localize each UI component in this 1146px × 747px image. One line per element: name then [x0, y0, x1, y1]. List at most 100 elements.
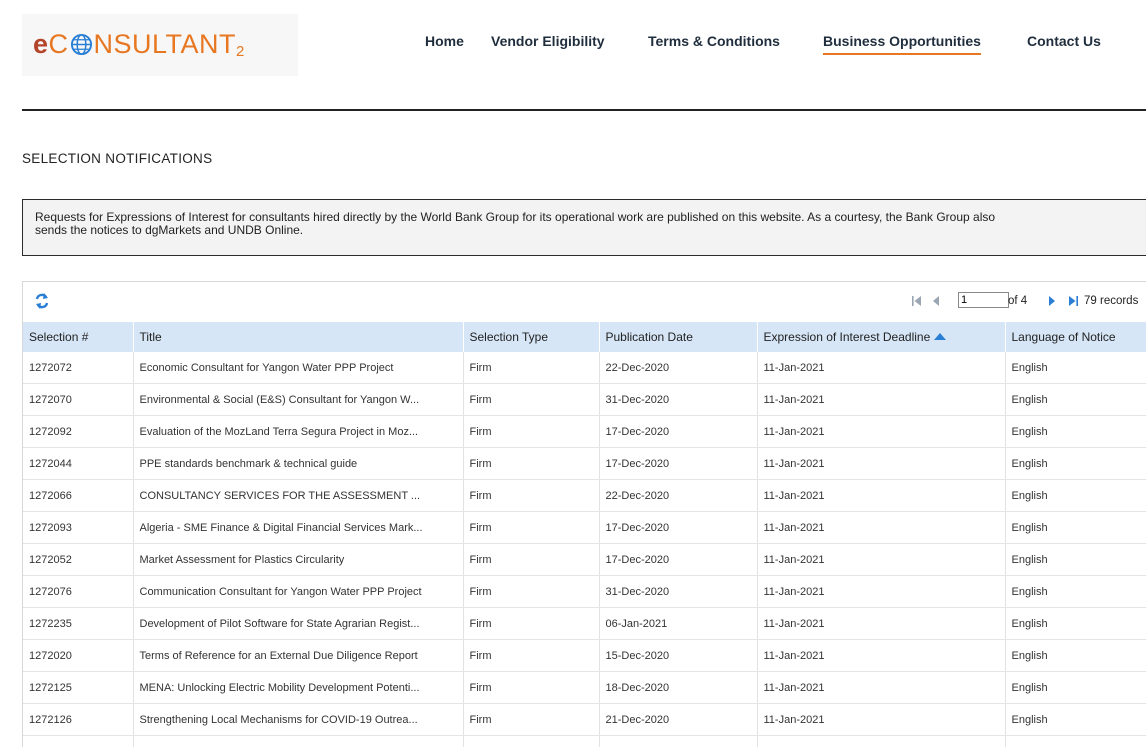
selection-type-cell: Firm: [463, 735, 600, 747]
selection-type-cell: Firm: [463, 511, 600, 544]
selection-number-cell: 1272125: [23, 671, 134, 704]
language-cell: English: [1005, 383, 1146, 416]
logo-wordmark: NSULTANT: [93, 29, 237, 59]
title-cell[interactable]: Environmental & Social (E&S) Consultant …: [133, 383, 464, 416]
language-cell: English: [1005, 511, 1146, 544]
column-header-eoi-deadline[interactable]: Expression of Interest Deadline: [757, 322, 1006, 352]
selection-number-cell: 1272092: [23, 415, 134, 448]
language-cell: English: [1005, 447, 1146, 480]
publication-date-cell: 31-Dec-2020: [599, 383, 758, 416]
selection-number-cell: 1272070: [23, 383, 134, 416]
grid-toolbar: of 4 79 records: [23, 282, 1146, 322]
table-row[interactable]: 1272070 Environmental & Social (E&S) Cons…: [23, 383, 1146, 416]
logo[interactable]: eC NSULTANT2: [22, 14, 298, 76]
table-row[interactable]: 1272020 Terms of Reference for an Externa…: [23, 639, 1146, 672]
nav-home[interactable]: Home: [425, 33, 464, 49]
title-cell[interactable]: Evaluation of the MozLand Terra Segura P…: [133, 415, 464, 448]
column-header-title[interactable]: Title: [133, 322, 464, 352]
deadline-cell: 11-Jan-2021: [757, 735, 1006, 747]
selection-number-cell: 1272044: [23, 447, 134, 480]
refresh-icon[interactable]: [35, 292, 49, 310]
logo-letter-e: e: [33, 29, 49, 59]
nav-terms-conditions[interactable]: Terms & Conditions: [648, 33, 780, 49]
site-header: eC NSULTANT2 Home Vendor Eligibility Ter…: [0, 0, 1146, 111]
title-cell[interactable]: MENA: Unlocking Electric Mobility Develo…: [133, 671, 464, 704]
selection-type-cell: Firm: [463, 639, 600, 672]
deadline-cell: 11-Jan-2021: [757, 352, 1006, 384]
selection-type-cell: Firm: [463, 607, 600, 640]
column-header-publication-date[interactable]: Publication Date: [599, 322, 758, 352]
selection-type-cell: Firm: [463, 703, 600, 736]
language-cell: English: [1005, 703, 1146, 736]
first-page-icon[interactable]: [911, 295, 923, 307]
last-page-icon[interactable]: [1067, 295, 1079, 307]
deadline-cell: 11-Jan-2021: [757, 415, 1006, 448]
table-row[interactable]: 1272126 Strengthening Local Mechanisms fo…: [23, 703, 1146, 736]
title-cell[interactable]: Scaling Up and Out: Innovating Gemstone …: [133, 735, 464, 747]
notice-box: Requests for Expressions of Interest for…: [22, 199, 1146, 256]
title-cell[interactable]: Strengthening Local Mechanisms for COVID…: [133, 703, 464, 736]
publication-date-cell: 21-Dec-2020: [599, 735, 758, 747]
title-cell[interactable]: Economic Consultant for Yangon Water PPP…: [133, 352, 464, 384]
table-row[interactable]: 1272093 Algeria - SME Finance & Digital F…: [23, 511, 1146, 544]
title-cell[interactable]: CONSULTANCY SERVICES FOR THE ASSESSMENT …: [133, 479, 464, 512]
title-cell[interactable]: Market Assessment for Plastics Circulari…: [133, 543, 464, 576]
title-cell[interactable]: Communication Consultant for Yangon Wate…: [133, 575, 464, 608]
deadline-cell: 11-Jan-2021: [757, 607, 1006, 640]
selection-number-cell: 1272066: [23, 479, 134, 512]
column-header-language[interactable]: Language of Notice: [1005, 322, 1146, 352]
page-number-input[interactable]: [958, 292, 1009, 308]
nav-vendor-eligibility[interactable]: Vendor Eligibility: [491, 33, 605, 49]
table-row[interactable]: 1272066 CONSULTANCY SERVICES FOR THE ASSE…: [23, 479, 1146, 512]
selection-type-cell: Firm: [463, 479, 600, 512]
logo-letter-c: C: [48, 29, 69, 59]
header-divider: [22, 109, 1146, 111]
language-cell: English: [1005, 575, 1146, 608]
table-row[interactable]: 1272076 Communication Consultant for Yang…: [23, 575, 1146, 608]
title-cell[interactable]: Algeria - SME Finance & Digital Financia…: [133, 511, 464, 544]
prev-page-icon[interactable]: [931, 295, 941, 307]
title-cell[interactable]: Development of Pilot Software for State …: [133, 607, 464, 640]
selection-type-cell: Firm: [463, 415, 600, 448]
record-count: 79 records: [1084, 295, 1139, 307]
next-page-icon[interactable]: [1047, 295, 1057, 307]
language-cell: English: [1005, 735, 1146, 747]
sort-ascending-icon: [934, 333, 947, 340]
selection-number-cell: 1272072: [23, 352, 134, 384]
table-row[interactable]: 1272235 Development of Pilot Software for…: [23, 607, 1146, 640]
language-cell: English: [1005, 671, 1146, 704]
column-header-selection[interactable]: Selection #: [23, 322, 134, 352]
nav-business-opportunities[interactable]: Business Opportunities: [823, 33, 981, 55]
selection-type-cell: Firm: [463, 543, 600, 576]
publication-date-cell: 17-Dec-2020: [599, 447, 758, 480]
table-row[interactable]: 1272130Scaling Up and Out: Innovating Ge…: [23, 735, 1146, 747]
table-row[interactable]: 1272125 MENA: Unlocking Electric Mobility…: [23, 671, 1146, 704]
table-row[interactable]: 1272072 Economic Consultant for Yangon Wa…: [23, 352, 1146, 384]
selection-type-cell: Firm: [463, 352, 600, 384]
selection-type-cell: Firm: [463, 575, 600, 608]
deadline-cell: 11-Jan-2021: [757, 383, 1006, 416]
selection-type-cell: Firm: [463, 447, 600, 480]
language-cell: English: [1005, 352, 1146, 384]
column-header-selection-type[interactable]: Selection Type: [463, 322, 600, 352]
publication-date-cell: 21-Dec-2020: [599, 703, 758, 736]
language-cell: English: [1005, 479, 1146, 512]
deadline-cell: 11-Jan-2021: [757, 447, 1006, 480]
table-header-row: Selection # Title Selection Type Publica…: [23, 322, 1146, 352]
selection-type-cell: Firm: [463, 383, 600, 416]
selection-number-cell: 1272130: [23, 735, 134, 747]
selection-number-cell: 1272076: [23, 575, 134, 608]
table-row[interactable]: 1272092 Evaluation of the MozLand Terra S…: [23, 415, 1146, 448]
table-row[interactable]: 1272052 Market Assessment for Plastics Ci…: [23, 543, 1146, 576]
title-cell[interactable]: Terms of Reference for an External Due D…: [133, 639, 464, 672]
deadline-cell: 11-Jan-2021: [757, 703, 1006, 736]
nav-contact-us[interactable]: Contact Us: [1027, 33, 1101, 49]
selection-number-cell: 1272052: [23, 543, 134, 576]
publication-date-cell: 22-Dec-2020: [599, 479, 758, 512]
selection-number-cell: 1272020: [23, 639, 134, 672]
title-cell[interactable]: PPE standards benchmark & technical guid…: [133, 447, 464, 480]
publication-date-cell: 18-Dec-2020: [599, 671, 758, 704]
deadline-cell: 11-Jan-2021: [757, 511, 1006, 544]
table-row[interactable]: 1272044 PPE standards benchmark & technic…: [23, 447, 1146, 480]
publication-date-cell: 17-Dec-2020: [599, 543, 758, 576]
